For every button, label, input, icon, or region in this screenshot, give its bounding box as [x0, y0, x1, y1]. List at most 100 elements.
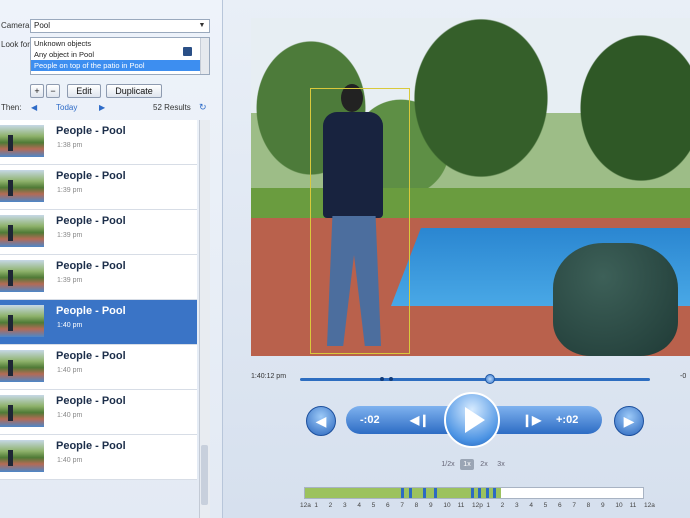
result-thumbnail	[0, 350, 44, 382]
timeline-hours: 12a 1 2 3 4 5 6 7 8 9 10 11 12p 1 2 3 4 5 6 7 8 9 10 11 12a	[300, 502, 655, 512]
add-rule-button[interactable]: +	[30, 84, 44, 98]
timeline-hour-label: 2	[328, 502, 333, 509]
result-thumbnail	[0, 215, 44, 247]
timeline-hour-label: 8	[586, 502, 591, 509]
speed-1x[interactable]: 1x	[460, 459, 474, 470]
result-thumbnail	[0, 170, 44, 202]
timeline-hour-label: 8	[414, 502, 419, 509]
back-2s-button[interactable]: -:02	[360, 414, 380, 426]
result-time: 1:39 pm	[57, 277, 83, 284]
event-mark[interactable]	[434, 488, 437, 498]
day-link[interactable]: Today	[56, 103, 77, 112]
video-frame[interactable]	[251, 18, 690, 356]
speed-3x[interactable]: 3x	[494, 459, 508, 470]
chevron-down-icon[interactable]: ▼	[197, 21, 207, 31]
next-day-icon[interactable]: ▶	[99, 103, 105, 112]
timeline-hour-label: 9	[429, 502, 433, 509]
result-item[interactable]: People - Pool 1:40 pm	[0, 345, 197, 390]
timeline-hour-label: 1	[314, 502, 318, 509]
date-nav: Then: ◀ Today ▶ 52 Results ↻	[0, 102, 222, 115]
result-title: People - Pool	[56, 440, 126, 452]
arrow-left-icon: ◀	[315, 413, 327, 429]
prev-event-button[interactable]: ◀	[306, 406, 336, 436]
timeline-hour-label: 3	[515, 502, 519, 509]
remove-rule-button[interactable]: −	[46, 84, 60, 98]
timeline-hour-label: 11	[629, 502, 637, 509]
result-title: People - Pool	[56, 260, 126, 272]
event-mark[interactable]	[486, 488, 489, 498]
result-thumbnail	[0, 125, 44, 157]
timeline-hour-label: 5	[543, 502, 548, 509]
save-icon[interactable]	[183, 47, 192, 56]
scrub-handle[interactable]	[485, 374, 495, 384]
timeline-hour-label: 4	[529, 502, 533, 509]
result-item[interactable]: People - Pool 1:39 pm	[0, 165, 197, 210]
result-item[interactable]: People - Pool 1:40 pm	[0, 390, 197, 435]
timeline-hour-label: 7	[572, 502, 576, 509]
result-title: People - Pool	[56, 170, 126, 182]
result-thumbnail	[0, 395, 44, 427]
result-item[interactable]: People - Pool 1:39 pm	[0, 210, 197, 255]
step-back-icon[interactable]: ◀❙	[410, 413, 429, 427]
result-item[interactable]: People - Pool 1:38 pm	[0, 120, 197, 165]
timeline-hour-label: 3	[343, 502, 347, 509]
event-marker[interactable]	[380, 377, 384, 381]
result-time: 1:40 pm	[57, 412, 83, 419]
timeline-hour-label: 1	[486, 502, 490, 509]
lookfor-label: Look for:	[1, 40, 33, 49]
edit-button[interactable]: Edit	[67, 84, 101, 98]
event-mark[interactable]	[471, 488, 474, 498]
forward-2s-button[interactable]: +:02	[556, 414, 578, 426]
timeline-hour-label: 10	[615, 502, 623, 509]
event-mark[interactable]	[493, 488, 496, 498]
listbox-scrollbar[interactable]	[200, 38, 209, 74]
search-panel: Camera: Pool ▼ Look for: Unknown objects…	[0, 0, 223, 518]
timeline-hour-label: 12a	[644, 502, 655, 509]
video-pot	[553, 243, 678, 356]
scrub-track[interactable]	[300, 378, 650, 381]
results-count: 52 Results	[153, 103, 191, 112]
event-mark[interactable]	[401, 488, 404, 498]
end-time: -0	[680, 373, 687, 380]
result-item[interactable]: People - Pool 1:40 pm	[0, 435, 197, 480]
camera-label: Camera:	[1, 21, 32, 30]
speed-2x[interactable]: 2x	[477, 459, 491, 470]
results-list: People - Pool 1:38 pm People - Pool 1:39…	[0, 120, 198, 518]
result-title: People - Pool	[56, 125, 126, 137]
result-item-active[interactable]: People - Pool 1:40 pm	[0, 300, 197, 345]
arrow-right-icon: ▶	[623, 413, 635, 429]
timeline-hour-label: 6	[558, 502, 562, 509]
event-mark[interactable]	[423, 488, 426, 498]
result-time: 1:39 pm	[57, 187, 83, 194]
result-title: People - Pool	[56, 305, 126, 317]
speed-half[interactable]: 1/2x	[441, 459, 455, 470]
then-label: Then:	[1, 103, 22, 112]
result-item[interactable]: People - Pool 1:39 pm	[0, 255, 197, 300]
next-event-button[interactable]: ▶	[614, 406, 644, 436]
step-forward-icon[interactable]: ❙▶	[522, 413, 541, 427]
timeline-hour-label: 5	[371, 502, 376, 509]
timeline-hour-label: 12p	[472, 502, 483, 509]
play-icon	[465, 407, 485, 433]
refresh-icon[interactable]: ↻	[199, 102, 207, 113]
lookfor-listbox[interactable]: Unknown objects Any object in Pool Peopl…	[30, 37, 210, 75]
detection-box	[310, 88, 410, 354]
camera-select[interactable]: Pool ▼	[30, 19, 210, 33]
play-button[interactable]	[444, 392, 500, 448]
result-time: 1:39 pm	[57, 232, 83, 239]
duplicate-button[interactable]: Duplicate	[106, 84, 162, 98]
event-mark[interactable]	[478, 488, 481, 498]
current-time: 1:40:12 pm	[251, 373, 287, 380]
scrollbar-thumb[interactable]	[201, 445, 208, 505]
results-scrollbar[interactable]	[199, 120, 210, 518]
result-thumbnail	[0, 305, 44, 337]
lookfor-option-selected[interactable]: People on top of the patio in Pool	[31, 60, 200, 71]
event-marker[interactable]	[389, 377, 393, 381]
result-thumbnail	[0, 260, 44, 292]
result-title: People - Pool	[56, 215, 126, 227]
result-time: 1:40 pm	[57, 457, 83, 464]
prev-day-icon[interactable]: ◀	[31, 103, 37, 112]
timeline-hour-label: 11	[457, 502, 465, 509]
day-timeline[interactable]	[304, 487, 644, 499]
event-mark[interactable]	[409, 488, 412, 498]
